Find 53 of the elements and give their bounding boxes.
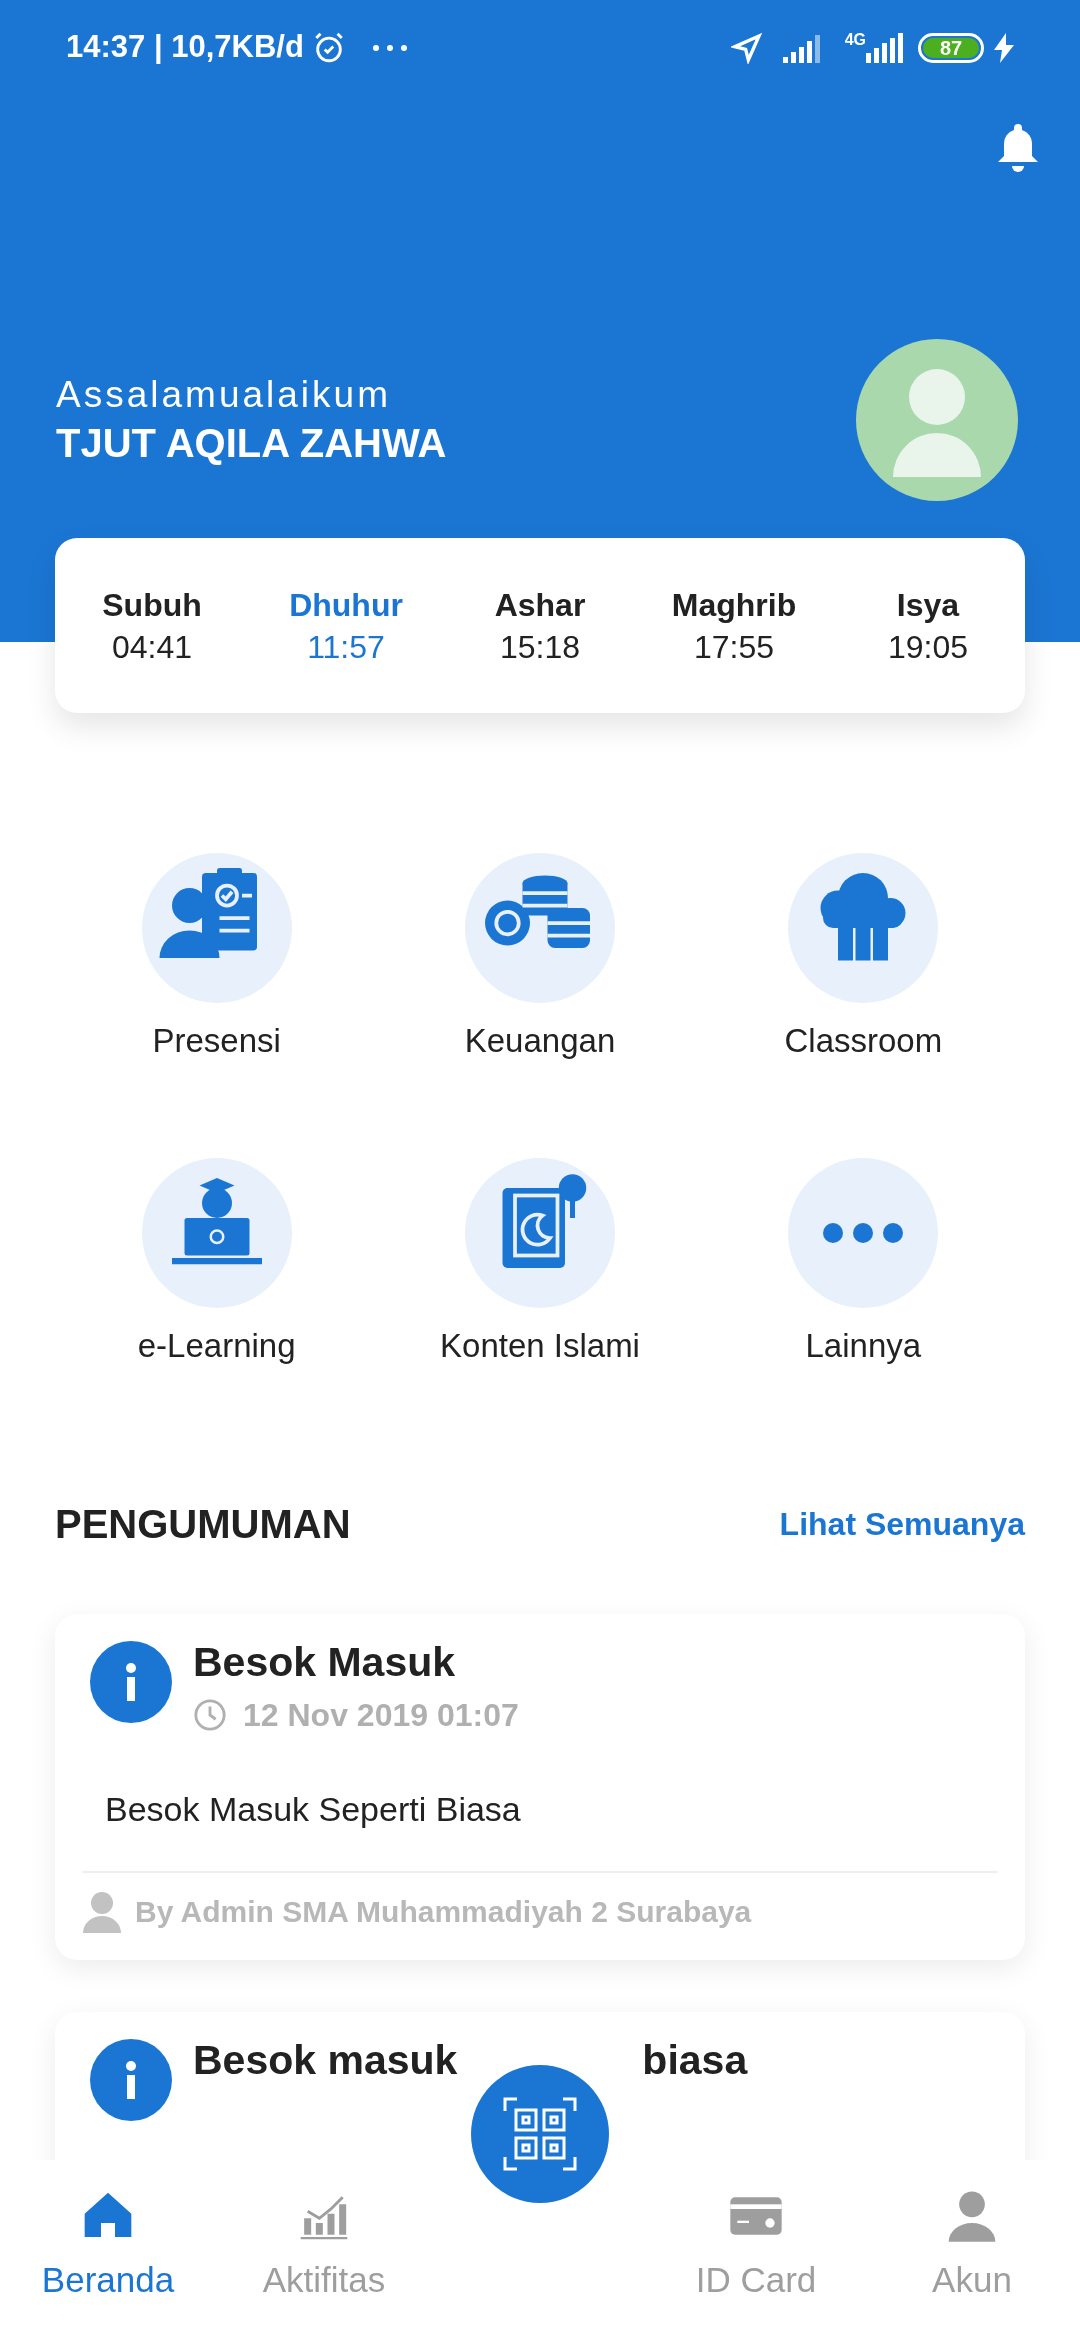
nav-tab[interactable]: Beranda	[0, 2160, 216, 2340]
section-title: PENGUMUMAN	[55, 1501, 351, 1548]
menu-label: Classroom	[784, 1021, 943, 1061]
announcement-body: Besok Masuk Seperti Biasa	[104, 1789, 522, 1830]
clock-icon	[193, 1698, 227, 1732]
location-icon	[730, 31, 763, 64]
menu-label: Keuangan	[464, 1021, 616, 1061]
prayer-name: Subuh	[102, 585, 202, 625]
announcement-title: Besok masuk	[193, 2036, 458, 2085]
status-time: 14:37 | 10,7KB/d	[66, 28, 304, 67]
graduate-laptop-icon[interactable]	[141, 1158, 292, 1308]
more-icon	[371, 43, 408, 52]
coins-icon[interactable]	[465, 853, 615, 1003]
announcement-title: biasa	[642, 2036, 748, 2085]
info-icon	[90, 1641, 172, 1723]
prayer-time-item[interactable]: Ashar 15:18	[443, 583, 637, 668]
prayer-time-item[interactable]: Subuh 04:41	[55, 583, 249, 668]
prayer-time: 15:18	[499, 627, 581, 667]
announcement-title: Besok Masuk	[193, 1638, 457, 1687]
announcement-date: 12 Nov 2019 01:07	[243, 1696, 519, 1735]
menu-label: Lainnya	[805, 1326, 922, 1366]
user-name: TJUT AQILA ZAHWA	[56, 420, 447, 467]
cloud-books-icon[interactable]	[788, 853, 939, 1003]
info-icon	[90, 2039, 172, 2121]
announcement-author: By Admin SMA Muhammadiyah 2 Surabaya	[135, 1894, 752, 1930]
announcement-card[interactable]: Besok Masuk 12 Nov 2019 01:07 Besok Masuk Seperti Biasa By Admin SMA Muhammadiyah 2 Surabaya	[55, 1614, 1025, 1960]
prayer-time-item[interactable]: Isya 19:05	[831, 583, 1025, 668]
see-all-link[interactable]: Lihat Semuanya	[779, 1500, 1025, 1548]
menu-label: Presensi	[152, 1021, 281, 1061]
menu-label: e-Learning	[137, 1326, 296, 1366]
menu-label: Konten Islami	[440, 1326, 640, 1366]
signal-icon	[866, 32, 904, 63]
battery-level: 87	[939, 37, 963, 58]
book-moon-icon[interactable]	[465, 1158, 615, 1308]
prayer-time: 11:57	[307, 627, 385, 667]
charging-icon	[994, 32, 1014, 63]
prayer-name: Dhuhur	[289, 585, 403, 625]
prayer-name: Isya	[896, 585, 960, 625]
prayer-time: 19:05	[887, 627, 969, 667]
prayer-time-item[interactable]: Maghrib 17:55	[637, 583, 831, 668]
more-icon[interactable]	[788, 1158, 939, 1308]
qr-code-icon	[503, 2097, 577, 2171]
greeting-text: Assalamualaikum	[56, 373, 392, 417]
network-type: 4G	[844, 30, 866, 50]
person-icon	[83, 1890, 121, 1933]
announcement-card[interactable]: Besok masuk biasa	[55, 2012, 1025, 2160]
clipboard-person-icon[interactable]	[141, 853, 292, 1003]
avatar-icon[interactable]	[856, 339, 1018, 501]
prayer-time-item[interactable]: Dhuhur 11:57	[249, 583, 443, 668]
prayer-time: 04:41	[111, 627, 193, 667]
prayer-time: 17:55	[693, 627, 775, 667]
prayer-name: Ashar	[494, 585, 586, 625]
prayer-name: Maghrib	[671, 585, 797, 625]
